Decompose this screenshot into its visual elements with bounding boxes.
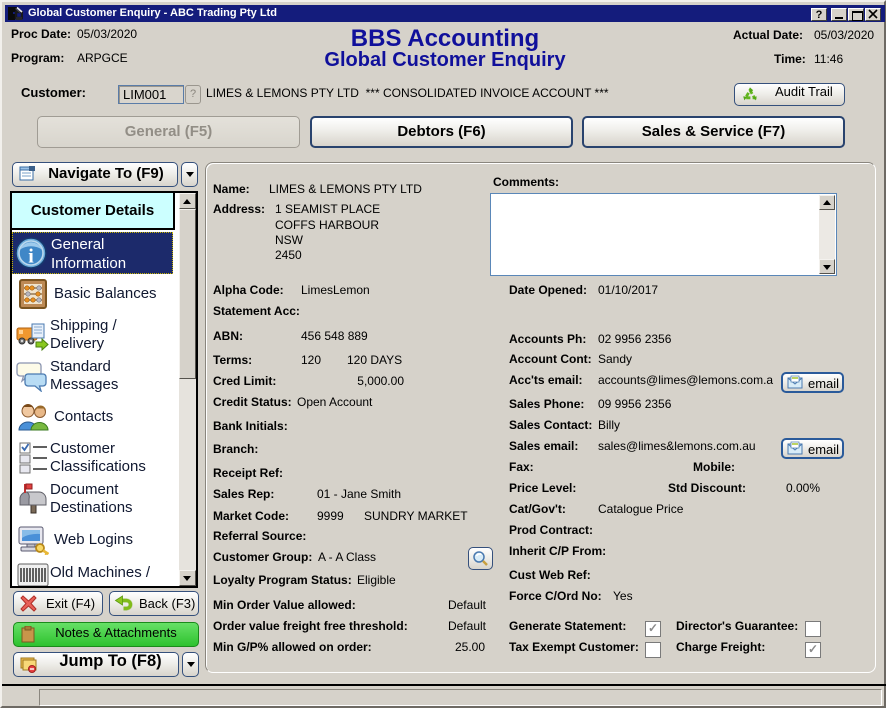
svg-text:i: i bbox=[28, 246, 34, 268]
